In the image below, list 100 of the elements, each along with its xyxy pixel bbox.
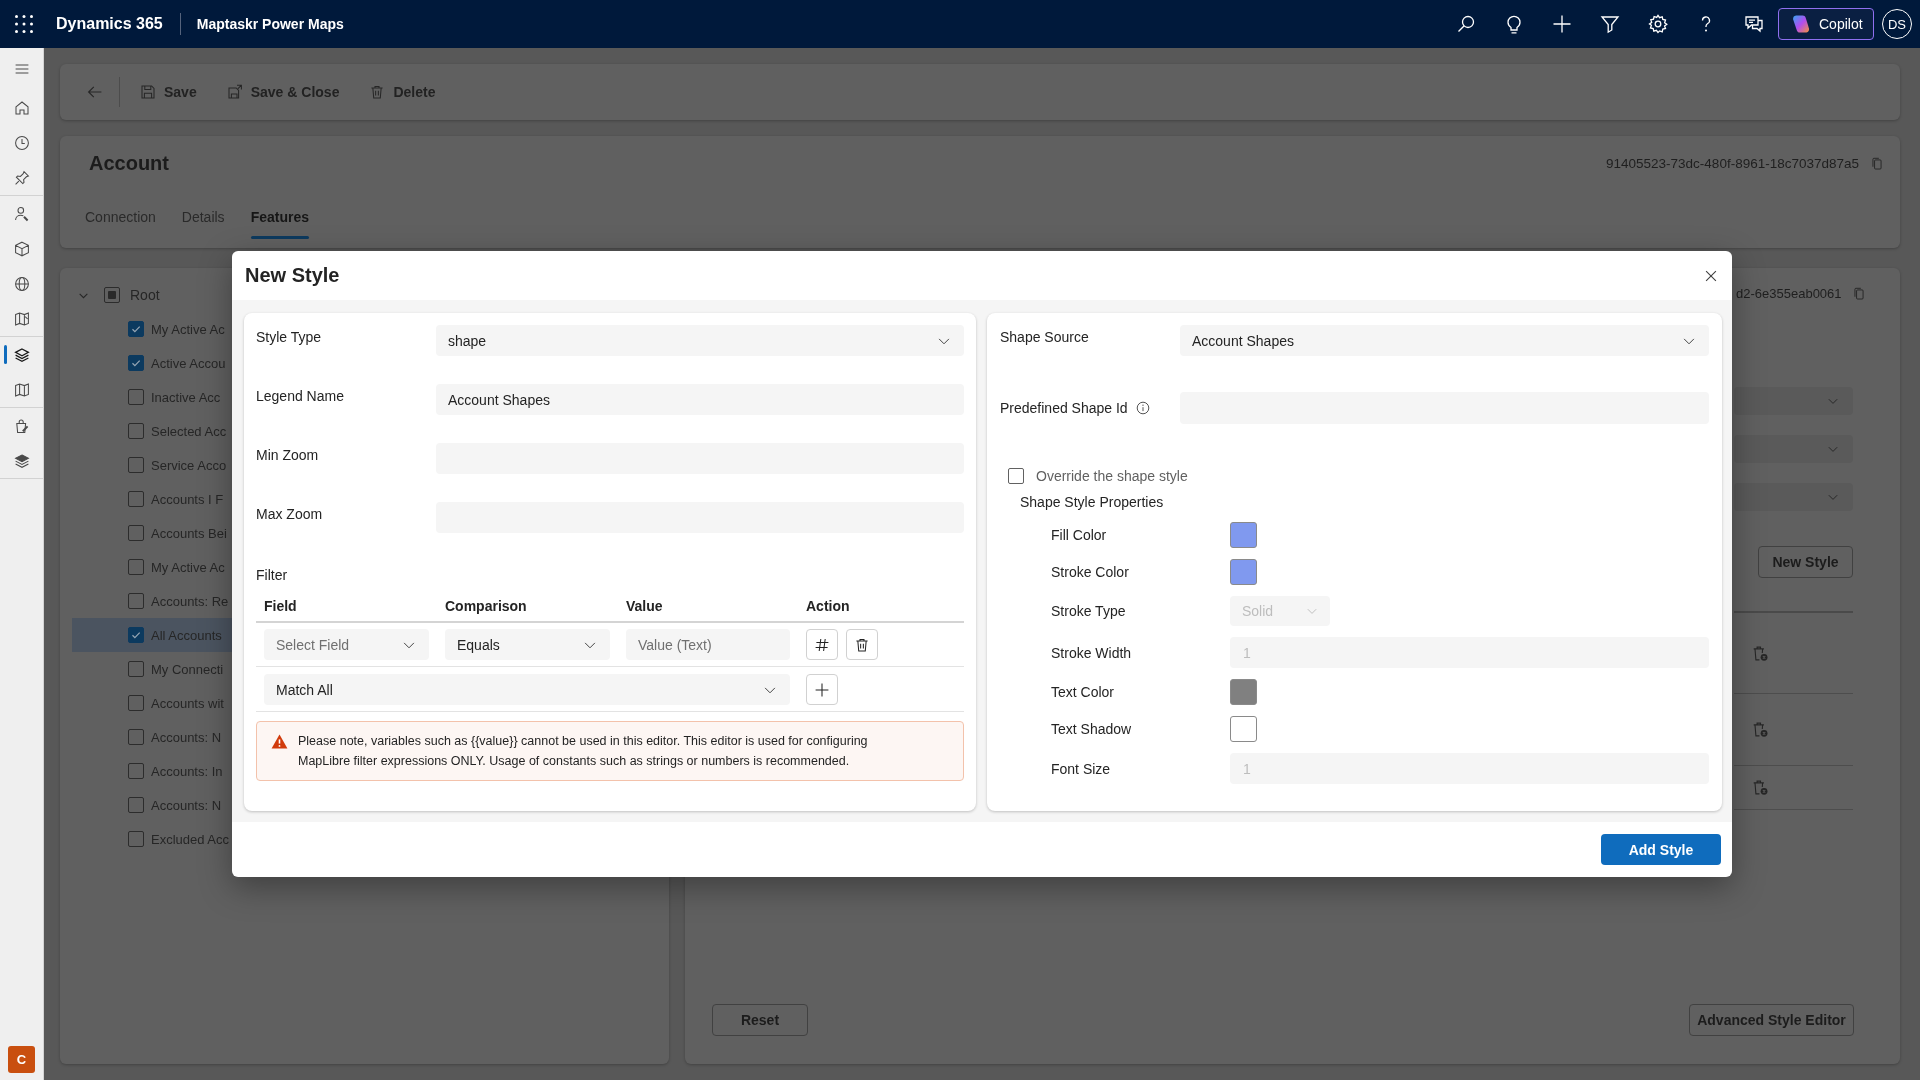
dropdown[interactable]: Account Shapes — [1180, 325, 1709, 356]
lightbulb-icon[interactable] — [1504, 14, 1524, 34]
expression-button[interactable] — [806, 629, 838, 660]
menu-icon[interactable] — [13, 61, 30, 77]
checkbox[interactable] — [128, 525, 144, 541]
settings-icon[interactable] — [1648, 14, 1668, 34]
map-icon[interactable] — [13, 310, 30, 327]
field-dropdown[interactable]: Select Field — [264, 629, 429, 660]
advanced-style-editor-button[interactable]: Advanced Style Editor — [1689, 1004, 1854, 1036]
globe-icon[interactable] — [13, 275, 30, 292]
chat-icon[interactable] — [1744, 14, 1764, 34]
tree-item[interactable]: My Connecti — [72, 652, 232, 686]
checkbox[interactable] — [128, 559, 144, 575]
match-mode-dropdown[interactable]: Match All — [264, 674, 790, 705]
app-name[interactable]: Dynamics 365 — [56, 15, 163, 33]
tree-item[interactable]: Inactive Acc — [72, 380, 232, 414]
plus-icon[interactable] — [1552, 14, 1572, 34]
tab[interactable]: Features — [240, 199, 319, 239]
color-swatch-icon[interactable] — [1230, 522, 1257, 548]
tree-item[interactable]: Accounts wit — [72, 686, 232, 720]
stack-icon[interactable] — [13, 452, 30, 469]
warning-icon — [271, 734, 288, 749]
checkbox[interactable] — [128, 457, 144, 473]
search-icon[interactable] — [1456, 14, 1476, 34]
text-field[interactable]: Account Shapes — [436, 384, 964, 415]
map-icon[interactable] — [13, 381, 30, 398]
copy-icon[interactable] — [1871, 155, 1884, 171]
value-field[interactable]: Value (Text) — [626, 629, 790, 660]
tree-item[interactable]: Service Acco — [72, 448, 232, 482]
checkbox[interactable] — [128, 763, 144, 779]
checkbox[interactable] — [128, 321, 144, 337]
close-icon[interactable] — [1704, 268, 1718, 283]
checkbox[interactable] — [128, 695, 144, 711]
add-style-button[interactable]: Add Style — [1601, 834, 1721, 865]
delete-condition-button[interactable] — [846, 629, 878, 660]
pin-icon[interactable] — [13, 169, 30, 186]
record-id: d2-6e355eab0061 — [1736, 285, 1842, 301]
trash-icon[interactable] — [1752, 644, 1769, 662]
checkbox[interactable] — [128, 831, 144, 847]
checkbox[interactable] — [128, 627, 144, 643]
bag-icon[interactable] — [13, 417, 30, 434]
trash-icon[interactable] — [1752, 721, 1769, 738]
plus-icon — [814, 681, 830, 698]
home-icon[interactable] — [13, 99, 30, 116]
checkbox[interactable] — [128, 661, 144, 677]
tree-item[interactable]: Root — [72, 278, 232, 312]
clock-icon[interactable] — [13, 134, 30, 151]
tree-item[interactable]: Accounts Bei — [72, 516, 232, 550]
property-label: Text Shadow — [1051, 721, 1133, 737]
number-sign-icon — [814, 636, 830, 653]
checkbox[interactable] — [1008, 468, 1024, 484]
record-title: Account — [89, 151, 169, 175]
comparison-dropdown[interactable]: Equals — [445, 629, 610, 660]
copy-icon[interactable] — [1853, 285, 1866, 301]
tree-item[interactable]: All Accounts — [72, 618, 232, 652]
copilot-button[interactable]: Copilot — [1778, 8, 1874, 40]
tree-item[interactable]: My Active Ac — [72, 550, 232, 584]
info-icon[interactable] — [1135, 401, 1150, 415]
save-button[interactable]: Save — [129, 72, 208, 112]
checkbox[interactable] — [128, 729, 144, 745]
field-label: Shape Source — [1000, 328, 1090, 347]
checkbox[interactable] — [128, 593, 144, 609]
tree-item[interactable]: Accounts: N — [72, 788, 232, 822]
color-swatch-icon[interactable] — [1230, 716, 1257, 742]
delete-button[interactable]: Delete — [358, 72, 447, 112]
tree-item[interactable]: Active Accou — [72, 346, 232, 380]
tree-item[interactable]: My Active Ac — [72, 312, 232, 346]
add-condition-button[interactable] — [806, 674, 838, 705]
save-and-close-button[interactable]: Save & Close — [215, 72, 351, 112]
cube-icon[interactable] — [13, 240, 30, 257]
trash-icon[interactable] — [1752, 779, 1769, 796]
tree-item[interactable]: Selected Acc — [72, 414, 232, 448]
checkbox[interactable] — [128, 491, 144, 507]
new-style-button[interactable]: New Style — [1758, 546, 1853, 578]
column-header: Action — [806, 597, 851, 616]
color-swatch-icon[interactable] — [1230, 559, 1257, 585]
field-label: Predefined Shape Id — [1000, 399, 1128, 418]
checkbox[interactable] — [128, 355, 144, 371]
app-launcher-icon[interactable] — [15, 15, 33, 33]
field-label: Max Zoom — [256, 505, 324, 524]
person-icon[interactable] — [13, 205, 30, 222]
field-label: Min Zoom — [256, 446, 320, 465]
layers-icon[interactable] — [13, 346, 30, 363]
checkbox[interactable] — [128, 797, 144, 813]
color-swatch-icon[interactable] — [1230, 679, 1257, 705]
tree-item[interactable]: Excluded Acc — [72, 822, 232, 856]
tree-item[interactable]: Accounts: In — [72, 754, 232, 788]
reset-button[interactable]: Reset — [712, 1004, 808, 1036]
tree-item[interactable]: Accounts: Re — [72, 584, 232, 618]
back-arrow-icon[interactable] — [87, 84, 103, 100]
filter-icon[interactable] — [1600, 14, 1620, 34]
module-name: Maptaskr Power Maps — [196, 16, 344, 32]
property-label: Fill Color — [1051, 527, 1108, 543]
checkbox[interactable] — [128, 389, 144, 405]
user-badge[interactable]: C — [8, 1046, 35, 1073]
checkbox[interactable] — [128, 423, 144, 439]
checkbox[interactable] — [104, 287, 120, 303]
field-label: Legend Name — [256, 387, 345, 406]
tree-item[interactable]: Accounts: N — [72, 720, 232, 754]
dropdown[interactable]: shape — [436, 325, 964, 356]
